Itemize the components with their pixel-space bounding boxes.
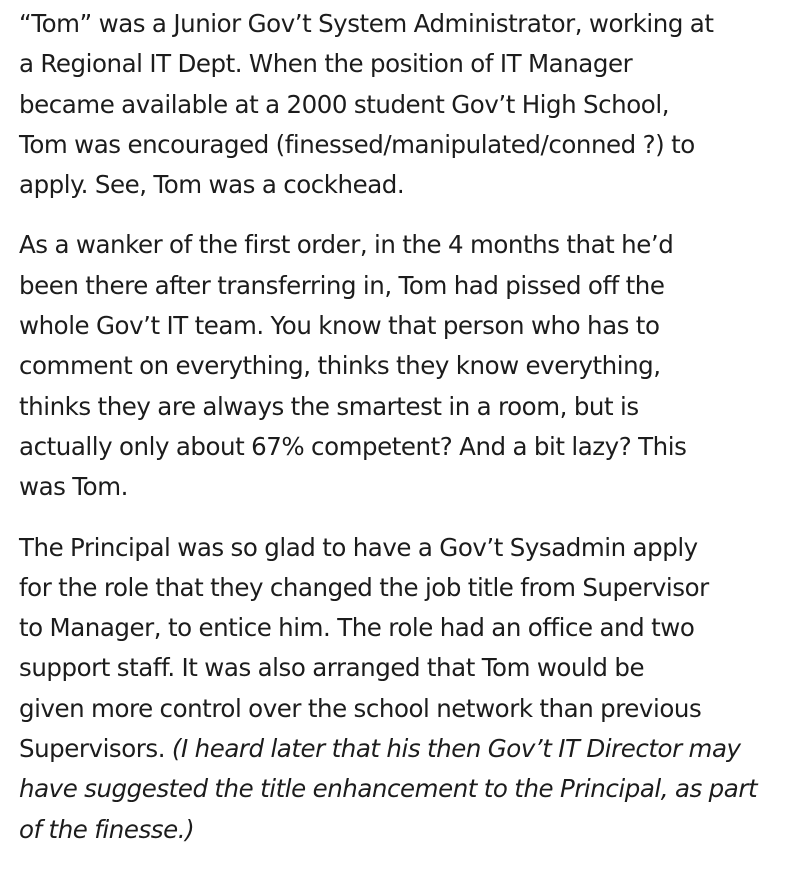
text-line: was Tom. [19, 472, 128, 502]
text-line: “Tom” was a Junior Gov’t System Administ… [19, 9, 714, 38]
paragraph-2: As a wanker of the first order, in the 4… [19, 225, 789, 507]
text-line: As a wanker of the first order, in the 4… [19, 230, 674, 260]
text-line: actually only about 67% competent? And a… [19, 431, 687, 461]
text-line: been there after transferring in, Tom ha… [19, 270, 665, 300]
paragraph-3: The Principal was so glad to have a Gov’… [19, 528, 789, 850]
text-line: for the role that they changed the job t… [19, 572, 709, 602]
text-line: Tom was encouraged (finessed/manipulated… [19, 129, 695, 159]
text-line: support staff. It was also arranged that… [19, 653, 645, 683]
text-line: The Principal was so glad to have a Gov’… [19, 532, 698, 562]
text-line: to Manager, to entice him. The role had … [19, 613, 695, 643]
text-line: comment on everything, thinks they know … [19, 351, 661, 381]
paragraph-1: “Tom” was a Junior Gov’t System Administ… [19, 4, 789, 205]
text-line: apply. See, Tom was a cockhead. [19, 170, 405, 200]
italic-text-line: have suggested the title enhancement to … [19, 774, 758, 804]
mixed-text-line: Supervisors. (I heard later that his the… [19, 729, 789, 769]
text-line: thinks they are always the smartest in a… [19, 391, 639, 421]
post-body: “Tom” was a Junior Gov’t System Administ… [19, 4, 789, 850]
italic-aside: (I heard later that his then Gov’t IT Di… [171, 734, 741, 764]
italic-text-line: of the finesse.) [19, 814, 195, 844]
text-line: given more control over the school netwo… [19, 693, 702, 723]
text-line: a Regional IT Dept. When the position of… [19, 49, 633, 79]
text-line: became available at a 2000 student Gov’t… [19, 89, 670, 119]
plain-text: Supervisors. [19, 734, 172, 764]
text-line: whole Gov’t IT team. You know that perso… [19, 311, 660, 341]
